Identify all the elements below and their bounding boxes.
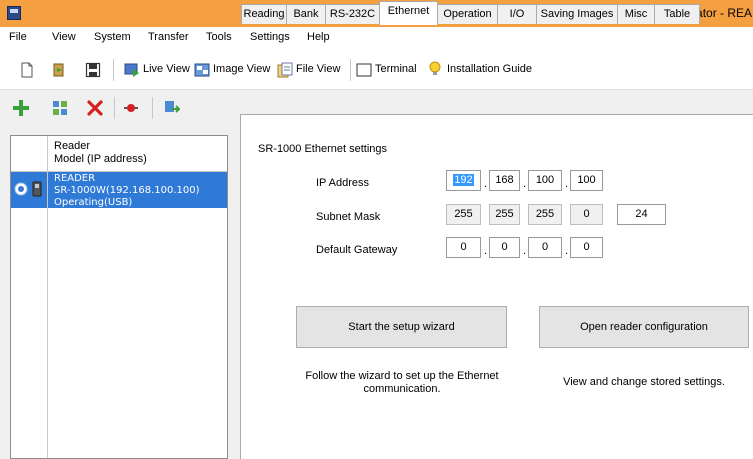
reader-device-icon [32,181,42,197]
app-icon[interactable] [7,6,21,20]
reader-name: READER [54,173,96,184]
ip-octet-2[interactable]: 168 [489,170,520,191]
installation-guide-button[interactable]: Installation Guide [447,63,532,75]
subnet-octet-3[interactable]: 255 [528,204,562,225]
dot-separator: . [565,178,569,190]
menu-bar: File View System Transfer Tools Settings… [0,27,753,49]
wizard-description: Follow the wizard to set up the Ethernet… [290,370,514,396]
open-file-icon[interactable] [52,62,68,78]
menu-help[interactable]: Help [307,31,330,43]
gateway-octet-4[interactable]: 0 [570,237,603,258]
save-icon[interactable] [85,62,101,78]
dot-separator: . [523,245,527,257]
menu-file[interactable]: File [9,31,27,43]
default-gateway-label: Default Gateway [316,244,398,256]
disconnect-icon[interactable] [123,100,139,116]
terminal-button[interactable]: Terminal [375,63,417,75]
live-view-button[interactable]: Live View [143,63,190,75]
column-divider [47,136,48,172]
dot-separator: . [484,178,488,190]
image-view-icon[interactable] [194,62,210,78]
menu-tools[interactable]: Tools [206,31,232,43]
ip-octet-4[interactable]: 100 [570,170,603,191]
settings-tabs [236,91,753,115]
toolbar-separator [114,97,115,119]
terminal-icon[interactable] [356,62,372,78]
toolbar-separator [113,59,114,81]
subnet-octet-1[interactable]: 255 [446,204,481,225]
header-model: Model (IP address) [54,153,147,165]
delete-icon[interactable] [86,99,104,117]
tab-misc[interactable]: Misc [617,4,655,24]
subnet-mask-label: Subnet Mask [316,211,381,223]
menu-view[interactable]: View [52,31,76,43]
tab-io[interactable]: I/O [497,4,537,24]
subnet-octet-4[interactable]: 0 [570,204,603,225]
reader-model: SR-1000W(192.168.100.100) [54,185,200,196]
ip-address-label: IP Address [316,177,369,189]
reader-toolbar [0,91,236,127]
image-view-button[interactable]: Image View [213,63,270,75]
dot-separator: . [523,178,527,190]
status-indicator-icon [14,182,28,196]
subnet-octet-2[interactable]: 255 [489,204,520,225]
wizard-description-line2: communication. [363,383,441,395]
wizard-description-line1: Follow the wizard to set up the Ethernet [305,370,499,382]
reader-list[interactable]: Reader Model (IP address) READER SR-1000… [10,135,228,459]
subnet-prefix-input[interactable]: 24 [617,204,666,225]
header-reader: Reader [54,140,91,152]
ip-octet-1[interactable]: 192 [446,170,481,191]
ethernet-panel [240,114,753,459]
tab-ethernet[interactable]: Ethernet [379,1,438,25]
tab-table[interactable]: Table [654,4,700,24]
ip-octet-1-value: 192 [453,174,474,186]
new-file-icon[interactable] [19,62,35,78]
dot-separator: . [565,245,569,257]
column-divider [47,172,48,458]
live-view-icon[interactable] [124,62,140,78]
dot-separator: . [484,245,488,257]
gateway-octet-1[interactable]: 0 [446,237,481,258]
start-setup-wizard-button[interactable]: Start the setup wizard [296,306,507,348]
open-reader-configuration-button[interactable]: Open reader configuration [539,306,749,348]
menu-transfer[interactable]: Transfer [148,31,189,43]
reader-list-header: Reader Model (IP address) [11,136,227,172]
tab-reading[interactable]: Reading [241,4,287,24]
tab-operation[interactable]: Operation [437,4,498,24]
file-view-button[interactable]: File View [296,63,340,75]
tab-saving-images[interactable]: Saving Images [536,4,618,24]
toolbar-separator [152,97,153,119]
search-readers-icon[interactable] [52,100,68,116]
gateway-octet-3[interactable]: 0 [528,237,562,258]
menu-system[interactable]: System [94,31,131,43]
tab-bank[interactable]: Bank [286,4,326,24]
gateway-octet-2[interactable]: 0 [489,237,520,258]
add-reader-icon[interactable] [12,99,30,117]
config-description: View and change stored settings. [563,376,725,388]
lightbulb-icon[interactable] [427,61,443,77]
reader-status: Operating(USB) [54,197,133,208]
section-title: SR-1000 Ethernet settings [258,143,388,155]
toolbar-separator [350,59,351,81]
tab-rs232c[interactable]: RS-232C [325,4,380,24]
file-view-icon[interactable] [277,62,293,78]
ip-octet-3[interactable]: 100 [528,170,562,191]
reader-row[interactable]: READER SR-1000W(192.168.100.100) Operati… [11,172,227,208]
transfer-icon[interactable] [164,100,180,116]
menu-settings[interactable]: Settings [250,31,290,43]
